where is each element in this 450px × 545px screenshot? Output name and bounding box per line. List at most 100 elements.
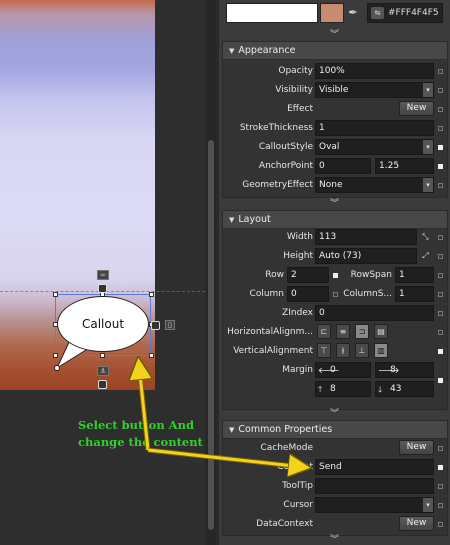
layout-expand-toggle[interactable]: ︾ — [219, 408, 450, 420]
row-label: Row — [265, 270, 284, 280]
visibility-label: Visibility — [275, 85, 313, 95]
zindex-row: ZIndex 0 — [223, 304, 449, 322]
auto-size-icon[interactable]: ⤡ — [421, 232, 430, 241]
tooltip-marker[interactable] — [438, 484, 443, 489]
cachemode-marker[interactable] — [438, 446, 443, 451]
appearance-section: ▼ Appearance Opacity 100% Visibility Visi… — [222, 41, 448, 198]
anchor-x-input[interactable]: 0 — [315, 158, 371, 174]
align-stretch-icon[interactable]: ▤ — [374, 324, 388, 339]
halign-label: HorizontalAlignm... — [227, 327, 313, 337]
zindex-input[interactable]: 0 — [315, 305, 434, 321]
geometry-effect-dropdown[interactable]: None ▾ — [315, 177, 434, 193]
height-input[interactable]: Auto (73) — [315, 248, 417, 264]
align-top-icon[interactable]: ⊤ — [317, 343, 331, 358]
right-margin-tag: ▯ — [165, 320, 175, 330]
margin-marker[interactable] — [438, 378, 443, 383]
rowspan-input[interactable]: 1 — [395, 267, 434, 283]
visibility-marker[interactable] — [438, 88, 443, 93]
opacity-label: Opacity — [278, 66, 313, 76]
margin-right-input[interactable]: 🡒 8 — [375, 362, 434, 378]
align-center-icon[interactable]: ≡ — [336, 324, 350, 339]
cachemode-new-button[interactable]: New — [399, 440, 434, 455]
chevron-down-icon: ▾ — [423, 140, 433, 154]
align-vstretch-icon[interactable]: ▥ — [374, 343, 388, 358]
effect-marker[interactable] — [438, 107, 443, 112]
callout-shape[interactable]: Callout — [57, 296, 149, 352]
height-label: Height — [283, 251, 313, 261]
design-canvas[interactable]: Callout ∞ ⚓ ▯ — [0, 0, 205, 545]
margin-left-input[interactable]: 🡐 0 — [315, 362, 371, 378]
appearance-header[interactable]: ▼ Appearance — [223, 42, 447, 60]
content-input[interactable]: Send — [315, 459, 434, 475]
width-label: Width — [286, 232, 313, 242]
callout-style-marker[interactable] — [438, 145, 443, 150]
columnspan-marker[interactable] — [438, 292, 443, 297]
anchor-y-input[interactable]: 1.25 — [375, 158, 434, 174]
common-properties-section: ▼ Common Properties CacheMode New Content… — [222, 420, 448, 536]
row-marker[interactable] — [333, 273, 338, 278]
height-marker[interactable] — [438, 254, 443, 259]
row-input[interactable]: 2 — [287, 267, 329, 283]
content-marker[interactable] — [438, 465, 443, 470]
halign-marker[interactable] — [438, 330, 443, 335]
callout-style-row: CalloutStyle Oval ▾ — [223, 138, 449, 156]
visibility-dropdown[interactable]: Visible ▾ — [315, 82, 434, 98]
arrow-left-icon: 🡐 — [318, 366, 340, 375]
effect-new-button[interactable]: New — [399, 101, 434, 116]
width-input[interactable]: 113 — [315, 229, 417, 245]
column-marker[interactable] — [333, 292, 338, 297]
layout-header[interactable]: ▼ Layout — [223, 211, 447, 229]
datacontext-new-button[interactable]: New — [399, 516, 434, 531]
datacontext-row: DataContext New — [223, 515, 449, 533]
current-color-swatch[interactable] — [226, 3, 318, 23]
opacity-input[interactable]: 100% — [315, 63, 434, 79]
zindex-label: ZIndex — [282, 308, 313, 318]
cursor-label: Cursor — [283, 500, 313, 510]
align-middle-icon[interactable]: ⫲ — [336, 343, 350, 358]
stroke-marker[interactable] — [438, 126, 443, 131]
previous-color-swatch[interactable] — [320, 3, 344, 23]
align-right-icon[interactable]: ⊐ — [355, 324, 369, 339]
common-expand-toggle[interactable]: ︾ — [219, 535, 450, 545]
color-mode-icon[interactable]: ⇆ — [371, 7, 384, 19]
auto-size-icon[interactable]: ⤢ — [421, 251, 430, 260]
stroke-thickness-input[interactable]: 1 — [315, 120, 434, 136]
callout-text: Callout — [81, 317, 125, 331]
cachemode-label: CacheMode — [260, 443, 313, 453]
rowspan-marker[interactable] — [438, 273, 443, 278]
width-marker[interactable] — [438, 235, 443, 240]
callout-style-dropdown[interactable]: Oval ▾ — [315, 139, 434, 155]
tooltip-row: ToolTip — [223, 477, 449, 495]
datacontext-marker[interactable] — [438, 522, 443, 527]
anchor-marker[interactable] — [438, 164, 443, 169]
cursor-dropdown[interactable]: ▾ — [315, 497, 434, 513]
column-label: Column — [249, 289, 284, 299]
zindex-marker[interactable] — [438, 311, 443, 316]
align-left-icon[interactable]: ⊏ — [317, 324, 331, 339]
margin-bottom-input[interactable]: 🡓 43 — [375, 381, 434, 397]
canvas-scrollbar[interactable] — [206, 0, 216, 545]
eyedropper-icon[interactable]: ✒ — [346, 3, 360, 23]
hex-color-input[interactable]: ⇆ #FFF4F4F5 — [367, 3, 443, 23]
geometry-marker[interactable] — [438, 183, 443, 188]
opacity-marker[interactable] — [438, 69, 443, 74]
column-input[interactable]: 0 — [287, 286, 329, 302]
top-anchor-lock-icon[interactable] — [98, 284, 107, 293]
common-properties-header[interactable]: ▼ Common Properties — [223, 421, 447, 439]
valign-marker[interactable] — [438, 349, 443, 354]
columnspan-input[interactable]: 1 — [395, 286, 434, 302]
align-bottom-icon[interactable]: ⊥ — [355, 343, 369, 358]
bottom-anchor-lock-icon[interactable] — [98, 380, 107, 389]
color-expand-toggle[interactable]: ︾ — [219, 29, 450, 41]
annotation-line-2: change the content — [78, 435, 203, 449]
top-margin-tag: ∞ — [97, 270, 109, 280]
cursor-marker[interactable] — [438, 503, 443, 508]
arrow-right-icon: 🡒 — [378, 366, 400, 375]
canvas-scrollbar-thumb[interactable] — [208, 140, 214, 530]
appearance-expand-toggle[interactable]: ︾ — [219, 198, 450, 210]
tooltip-input[interactable] — [315, 478, 434, 494]
tooltip-label: ToolTip — [282, 481, 313, 491]
margin-top-input[interactable]: 🡑 8 — [315, 381, 371, 397]
callout-style-label: CalloutStyle — [258, 142, 313, 152]
right-anchor-lock-icon[interactable] — [151, 321, 160, 330]
